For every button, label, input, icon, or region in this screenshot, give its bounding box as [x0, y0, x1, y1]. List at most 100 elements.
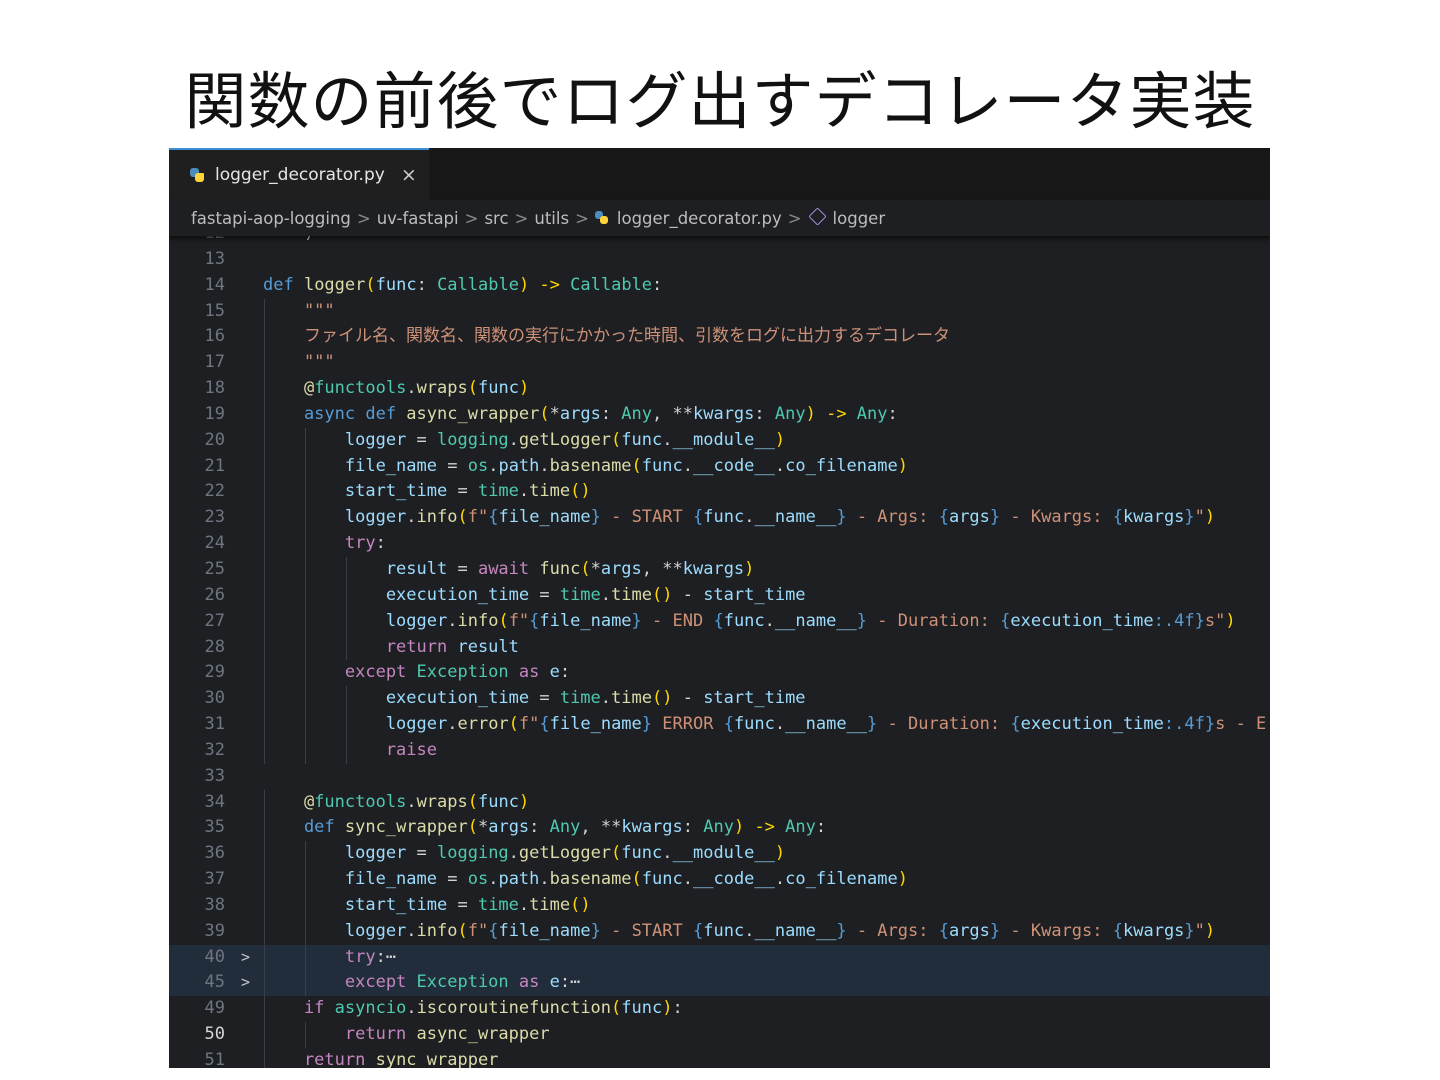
code-token: (	[631, 869, 642, 890]
code-line[interactable]: 26 execution_time = time.time() - start_…	[169, 582, 1270, 609]
code-token: func	[723, 610, 765, 631]
code-token: execution_time	[1020, 714, 1164, 735]
code-token: logger	[303, 274, 366, 295]
code-line[interactable]: 30 execution_time = time.time() - start_…	[169, 686, 1270, 713]
code-token: kwargs	[621, 817, 683, 838]
code-token: Exception	[416, 972, 509, 993]
code-token: ()	[651, 584, 673, 605]
code-line[interactable]: 51 return sync_wrapper	[169, 1048, 1270, 1068]
code-token: (	[611, 998, 622, 1019]
code-token: file_name	[498, 507, 591, 528]
line-number: 12	[169, 236, 225, 247]
code-token: __module__	[672, 429, 775, 450]
code-token: {	[713, 610, 724, 631]
code-token: .	[406, 920, 417, 941]
python-file-icon	[189, 167, 205, 183]
fold-chevron-icon[interactable]: >	[241, 945, 250, 971]
breadcrumb-item[interactable]: src	[484, 209, 508, 228]
code-line[interactable]: 14 def logger(func: Callable) -> Callable…	[169, 273, 1270, 299]
code-text: def logger(func: Callable) -> Callable:	[263, 273, 662, 299]
line-number: 34	[204, 791, 225, 812]
code-token: {	[529, 610, 540, 631]
code-line[interactable]: 35 def sync_wrapper(*args: Any, **kwargs…	[169, 815, 1270, 842]
code-text: try:	[263, 531, 386, 557]
code-token: sync_wrapper	[375, 1050, 499, 1068]
code-line[interactable]: 12 )	[169, 236, 1270, 247]
code-token: time	[559, 584, 601, 605]
code-token: .	[600, 688, 612, 709]
code-line[interactable]: 31 logger.error(f"{file_name} ERROR {fun…	[169, 712, 1270, 738]
code-text: )	[263, 236, 314, 247]
tab-logger-decorator[interactable]: logger_decorator.py ×	[169, 148, 429, 200]
code-line[interactable]: 27 logger.info(f"{file_name} - END {func…	[169, 608, 1270, 635]
code-line[interactable]: 49 if asyncio.iscoroutinefunction(func):	[169, 996, 1270, 1023]
code-token: func	[703, 920, 745, 941]
code-token: __name__	[774, 610, 857, 631]
code-token: return	[263, 1024, 417, 1045]
code-token: file_name	[498, 920, 591, 941]
code-line[interactable]: 25 result = await func(*args, **kwargs)	[169, 556, 1270, 583]
code-line[interactable]: 21 file_name = os.path.basename(func.__c…	[169, 453, 1270, 480]
code-token: {	[938, 507, 949, 528]
code-token: time	[477, 894, 519, 915]
code-token: result	[263, 558, 448, 579]
line-number: 17	[204, 352, 225, 373]
code-line[interactable]: 13	[169, 247, 1270, 273]
code-line[interactable]: 29 except Exception as e:	[169, 660, 1270, 687]
code-editor: logger_decorator.py × fastapi-aop-loggin…	[169, 148, 1270, 1068]
close-icon[interactable]: ×	[401, 164, 417, 186]
fold-chevron-icon[interactable]: >	[241, 970, 250, 996]
code-token: (	[457, 920, 468, 941]
code-token: )	[1225, 610, 1236, 631]
code-token: logger	[263, 714, 448, 735]
code-line[interactable]: 19 async def async_wrapper(*args: Any, *…	[169, 401, 1270, 428]
breadcrumb-item[interactable]: uv-fastapi	[377, 209, 459, 228]
code-line[interactable]: 22 start_time = time.time()	[169, 479, 1270, 506]
code-line[interactable]: 34 @functools.wraps(func)	[169, 789, 1270, 816]
code-text: logger.info(f"{file_name} - END {func.__…	[263, 609, 1236, 635]
code-text: try:⋯	[263, 945, 396, 971]
code-token: =	[529, 688, 560, 709]
breadcrumb-item[interactable]: fastapi-aop-logging	[191, 209, 351, 228]
code-text: return result	[263, 635, 519, 661]
code-token: "	[1194, 507, 1205, 528]
code-line[interactable]: 15 """	[169, 298, 1270, 325]
code-token: __name__	[785, 714, 868, 735]
code-line[interactable]: 32 raise	[169, 737, 1270, 764]
breadcrumb-item[interactable]: logger_decorator.py	[594, 209, 782, 228]
code-token: s"	[1204, 610, 1226, 631]
code-token: }	[989, 507, 1001, 528]
code-token: file_name	[263, 455, 437, 476]
code-token: raise	[263, 739, 437, 760]
code-token: -	[672, 584, 704, 605]
code-line[interactable]: 38 start_time = time.time()	[169, 892, 1270, 919]
code-line[interactable]: 16 ファイル名、関数名、関数の実行にかかった時間、引数をログに出力するデコレー…	[169, 324, 1270, 351]
code-token: .	[600, 584, 612, 605]
code-token: time	[529, 481, 571, 502]
code-line[interactable]: 40 > try:⋯	[169, 944, 1270, 971]
code-line[interactable]: 39 logger.info(f"{file_name} - START {fu…	[169, 918, 1270, 945]
code-line[interactable]: 28 return result	[169, 634, 1270, 661]
line-number: 49	[204, 998, 225, 1019]
code-line[interactable]: 33	[169, 764, 1270, 790]
code-line[interactable]: 23 logger.info(f"{file_name} - START {fu…	[169, 505, 1270, 532]
code-token: :.4f	[1153, 610, 1195, 631]
code-token: (	[457, 507, 468, 528]
code-line[interactable]: 24 try:	[169, 531, 1270, 557]
code-line[interactable]: 20 logger = logging.getLogger(func.__mod…	[169, 427, 1270, 454]
code-area[interactable]: 12 )1314def logger(func: Callable) -> Ca…	[169, 236, 1270, 1068]
code-token: (	[498, 610, 509, 631]
code-line[interactable]: 37 file_name = os.path.basename(func.__c…	[169, 867, 1270, 893]
code-line[interactable]: 18 @functools.wraps(func)	[169, 376, 1270, 402]
breadcrumb-item[interactable]: logger	[808, 206, 885, 228]
code-token: - Duration:	[877, 714, 1011, 735]
code-line[interactable]: 45 > except Exception as e:⋯	[169, 970, 1270, 997]
code-token: start_time	[263, 894, 448, 915]
code-text: start_time = time.time()	[263, 893, 591, 919]
line-number: 14	[204, 274, 225, 295]
breadcrumb-item[interactable]: utils	[534, 209, 569, 228]
code-line[interactable]: 36 logger = logging.getLogger(func.__mod…	[169, 841, 1270, 868]
code-line[interactable]: 50 return async_wrapper	[169, 1022, 1270, 1048]
code-line[interactable]: 17 """	[169, 350, 1270, 377]
code-token: time	[611, 584, 652, 605]
